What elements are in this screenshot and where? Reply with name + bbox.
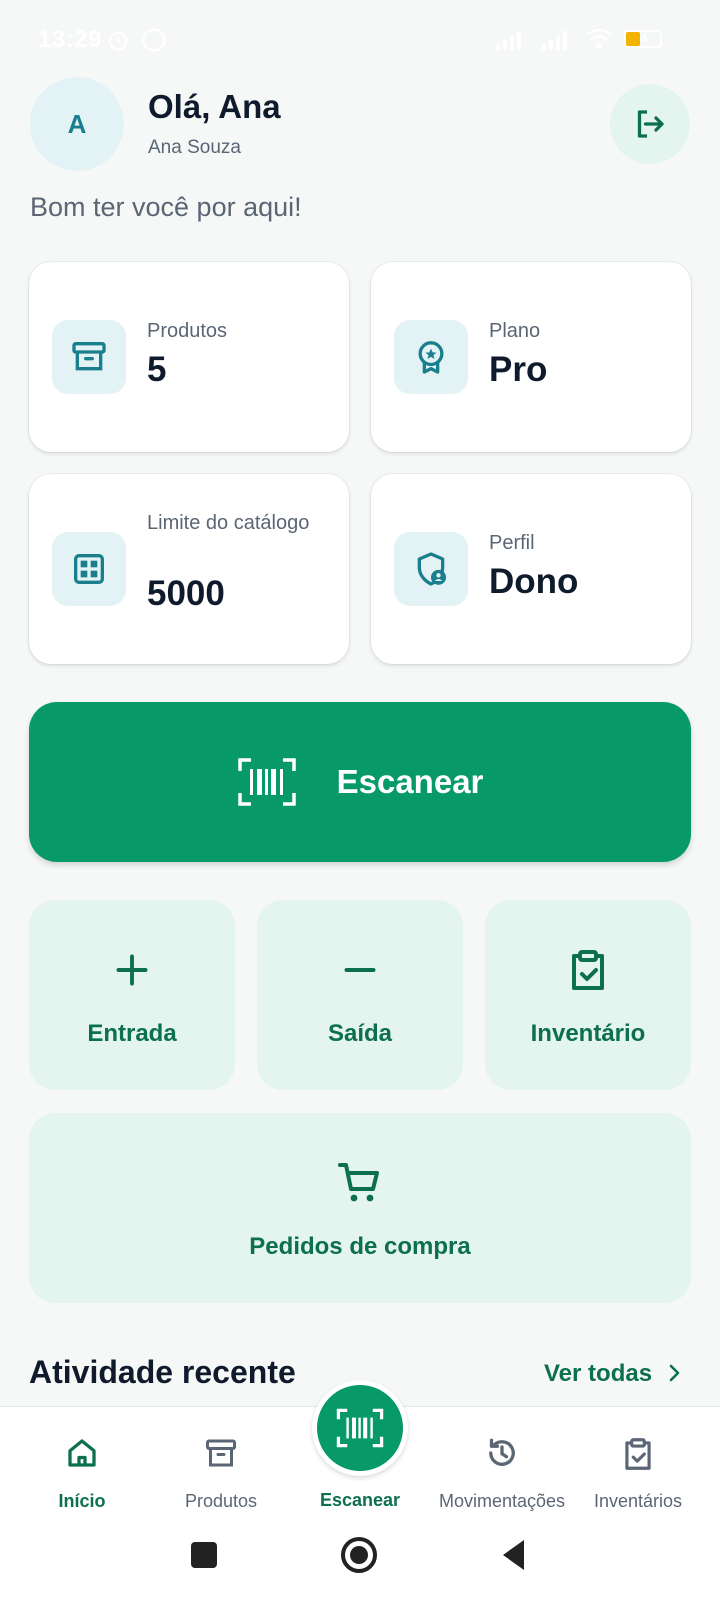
- action-entrada[interactable]: Entrada: [29, 900, 235, 1090]
- stat-card-plano[interactable]: Plano Pro: [371, 262, 691, 452]
- stat-card-produtos[interactable]: Produtos 5: [29, 262, 349, 452]
- nav-inventarios[interactable]: Inventários: [566, 1407, 710, 1527]
- history-icon: [489, 1438, 515, 1466]
- see-all-link[interactable]: Ver todas: [544, 1360, 652, 1388]
- action-label: Pedidos de compra: [249, 1233, 471, 1260]
- nav-produtos[interactable]: Produtos: [149, 1407, 293, 1527]
- stat-value: 5000: [147, 574, 225, 613]
- nav-label: Movimentações: [438, 1491, 566, 1511]
- action-saida[interactable]: Saída: [257, 900, 463, 1090]
- signal-icon: [496, 31, 521, 50]
- scan-label: Escanear: [336, 763, 484, 800]
- scan-button[interactable]: Escanear: [29, 702, 691, 862]
- recent-activity-title: Atividade recente: [29, 1354, 296, 1390]
- home-icon: [68, 1439, 96, 1467]
- home-button[interactable]: [341, 1537, 377, 1573]
- signal-icon: [542, 31, 567, 50]
- nav-movimentacoes[interactable]: Movimentações: [427, 1407, 577, 1527]
- nav-label: Inventários: [593, 1491, 683, 1511]
- stat-card-limite[interactable]: Limite do catálogo 5000: [29, 474, 349, 664]
- system-navigation-bar: [0, 1520, 720, 1600]
- grid-icon: [52, 532, 126, 606]
- plus-icon: [116, 954, 148, 986]
- avatar-initial: A: [67, 108, 87, 139]
- action-label: Entrada: [87, 1020, 177, 1047]
- archive-icon: [206, 1439, 236, 1467]
- user-name: Ana Souza: [148, 137, 241, 158]
- shield-user-icon: [394, 532, 468, 606]
- clipboard-check-icon: [625, 1438, 651, 1470]
- logout-icon: [637, 110, 664, 138]
- status-time: 13:29: [38, 26, 102, 53]
- stat-value: Pro: [489, 350, 548, 389]
- nav-label: Início: [58, 1491, 106, 1511]
- welcome-text: Bom ter você por aqui!: [30, 192, 302, 222]
- clipboard-check-icon: [572, 950, 604, 990]
- stat-label: Produtos: [147, 320, 228, 342]
- barcode-icon: [237, 758, 296, 806]
- action-label: Inventário: [530, 1020, 646, 1047]
- wifi-icon: [586, 28, 612, 49]
- stat-value: Dono: [489, 562, 579, 601]
- award-icon: [394, 320, 468, 394]
- chevron-right-icon[interactable]: [666, 1362, 684, 1384]
- barcode-icon: [336, 1408, 384, 1448]
- nav-inicio[interactable]: Início: [10, 1407, 154, 1527]
- avatar: A: [30, 77, 124, 171]
- status-bar: 13:29 4: [0, 0, 720, 80]
- action-label: Saída: [327, 1020, 393, 1047]
- stat-label: Plano: [489, 320, 541, 342]
- stat-label: Perfil: [489, 532, 535, 554]
- alarm-icon: [108, 31, 128, 51]
- nav-scan-label: Escanear: [319, 1490, 401, 1510]
- nav-scan-fab[interactable]: [312, 1380, 408, 1476]
- minus-icon: [344, 968, 376, 972]
- logout-button[interactable]: [610, 84, 690, 164]
- archive-icon: [52, 320, 126, 394]
- stat-card-perfil[interactable]: Perfil Dono: [371, 474, 691, 664]
- stat-value: 5: [147, 350, 167, 389]
- whatsapp-icon: [142, 28, 166, 52]
- action-pedidos-compra[interactable]: Pedidos de compra: [29, 1113, 691, 1303]
- greeting: Olá, Ana: [148, 88, 281, 125]
- recents-button[interactable]: [191, 1542, 217, 1568]
- back-button[interactable]: [500, 1538, 528, 1572]
- action-inventario[interactable]: Inventário: [485, 900, 691, 1090]
- nav-label: Produtos: [184, 1491, 258, 1511]
- cart-icon: [338, 1163, 379, 1202]
- stat-label: Limite do catálogo: [147, 512, 310, 534]
- battery-level: 4: [640, 30, 648, 46]
